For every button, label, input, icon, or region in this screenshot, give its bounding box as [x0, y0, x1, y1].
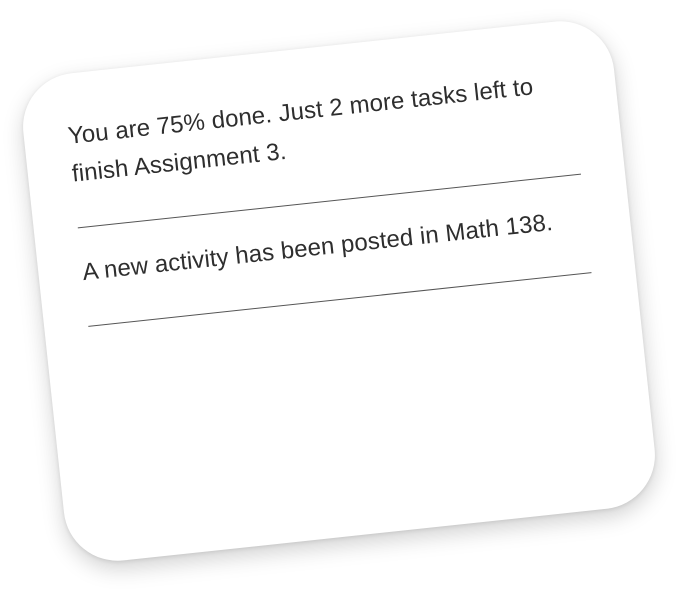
notification-text: You are 75% done. Just 2 more tasks left…	[66, 73, 535, 188]
notification-item[interactable]: You are 75% done. Just 2 more tasks left…	[66, 64, 582, 229]
notifications-card: You are 75% done. Just 2 more tasks left…	[17, 15, 661, 567]
screen: You are 75% done. Just 2 more tasks left…	[0, 0, 677, 590]
